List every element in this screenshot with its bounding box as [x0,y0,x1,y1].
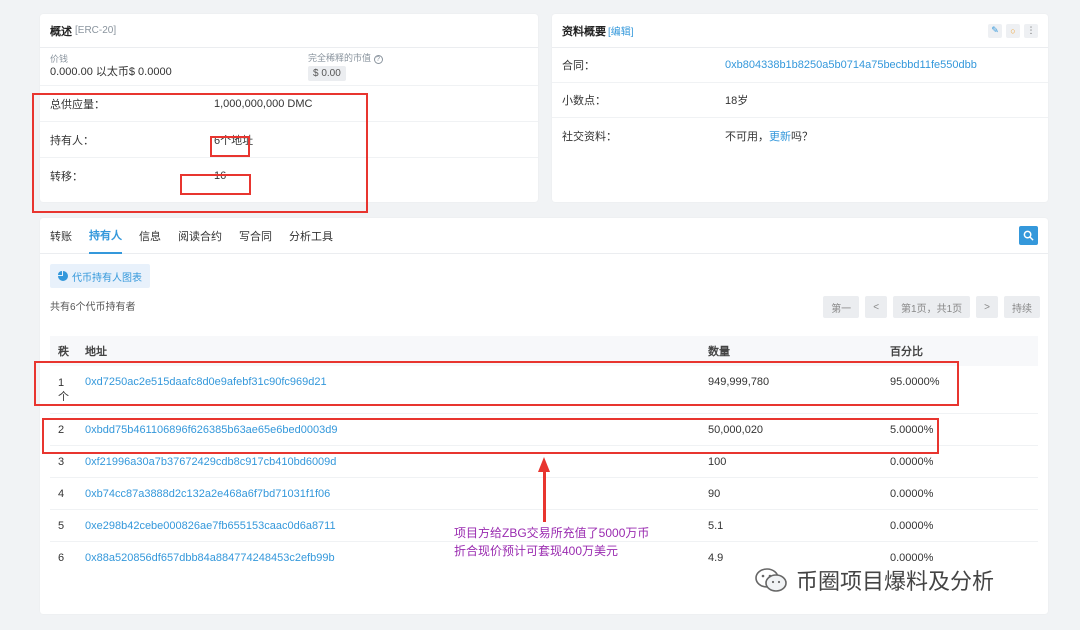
prev-page-button[interactable]: < [865,296,888,318]
tab-holders[interactable]: 持有人 [89,218,122,254]
profile-card: 资料概要 [编辑] ✎ ○ ⋮ 合同： 0xb804338b1b8250a5b0… [552,14,1048,202]
circle-icon[interactable]: ○ [1006,23,1020,38]
contract-address-link[interactable]: 0xb804338b1b8250a5b0714a75becbbd11fe550d… [725,59,977,71]
tab-analytics[interactable]: 分析工具 [289,218,333,254]
market-cap-label: 完全稀释的市值 ? [308,52,383,64]
watermark-text: 币圈项目爆料及分析 [796,569,995,594]
profile-header-icons: ✎ ○ ⋮ [988,23,1038,38]
wechat-icon [755,568,787,592]
first-page-button[interactable]: 第一 [823,296,860,318]
highlight-box-row-2 [42,418,939,454]
tab-read-contract[interactable]: 阅读合约 [178,218,222,254]
tab-transfers[interactable]: 转账 [50,218,72,254]
token-type-badge: [ERC-20] [75,25,117,36]
price-value: 0.000.00 以太币$ 0.0000 [50,66,172,78]
highlight-box-row-1 [34,361,959,406]
market-cap-value: $ 0.00 [308,66,346,81]
price-row: 价钱 0.000.00 以太币$ 0.0000 完全稀释的市值 ? $ 0.00 [40,48,538,86]
contract-label: 合同： [562,60,595,72]
highlight-box-stats [32,93,368,213]
highlight-box-transfers [180,174,251,195]
more-vertical-icon[interactable]: ⋮ [1024,23,1038,38]
search-button[interactable] [1019,226,1038,245]
market-cap-block: 完全稀释的市值 ? $ 0.00 [308,52,383,81]
price-label: 价钱 [50,54,69,64]
wand-icon[interactable]: ✎ [988,23,1002,38]
col-percent: 百分比 [890,346,923,358]
arrow-shaft [543,470,546,522]
decimals-row: 小数点： 18岁 [552,83,1048,118]
social-label: 社交资料： [562,130,617,143]
overview-header: 概述 [ERC-20] [40,14,538,48]
col-quantity: 数量 [708,346,730,358]
price-block: 价钱 0.000.00 以太币$ 0.0000 [50,53,308,80]
holder-address-link[interactable]: 0xf21996a30a7b37672429cdb8c917cb410bd600… [85,456,708,468]
holders-chart-button[interactable]: 代币持有人图表 [50,264,150,288]
social-row: 社交资料： 不可用，更新吗？ [552,118,1048,153]
search-icon [1023,230,1034,241]
update-link[interactable]: 更新 [769,131,791,143]
tab-info[interactable]: 信息 [139,218,161,254]
pie-chart-icon [58,271,68,281]
col-rank: 秩 [58,346,69,358]
social-value: 不可用，更新吗？ [725,130,813,143]
contract-row: 合同： 0xb804338b1b8250a5b0714a75becbbd11fe… [552,48,1048,83]
next-page-button[interactable]: > [976,296,998,318]
watermark: 币圈项目爆料及分析 [754,564,994,596]
holders-count-text: 共有6个代币持有者 [50,302,136,313]
overview-title: 概述 [50,25,72,38]
profile-header: 资料概要 [编辑] ✎ ○ ⋮ [552,14,1048,48]
col-address: 地址 [85,346,107,358]
tab-bar: 转账 持有人 信息 阅读合约 写合同 分析工具 [40,218,1048,254]
edit-link[interactable]: [编辑] [608,23,634,38]
question-circle-icon[interactable]: ? [373,55,383,64]
annotation-text: 项目方给ZBG交易所充值了5000万币 折合现价预计可套现400万美元 [454,526,650,558]
last-page-button[interactable]: 持续 [1004,296,1040,318]
decimals-value: 18岁 [725,95,749,107]
tab-write-contract[interactable]: 写合同 [239,218,272,254]
page-info: 第1页，共1页 [893,296,971,318]
holder-address-link[interactable]: 0xb74cc87a3888d2c132a2e468a6f7bd71031f1f… [85,488,708,500]
pagination: 第一 < 第1页，共1页 > 持续 [823,296,1040,318]
decimals-label: 小数点： [562,95,606,107]
highlight-box-holders [210,136,250,157]
profile-title: 资料概要 [562,25,606,38]
